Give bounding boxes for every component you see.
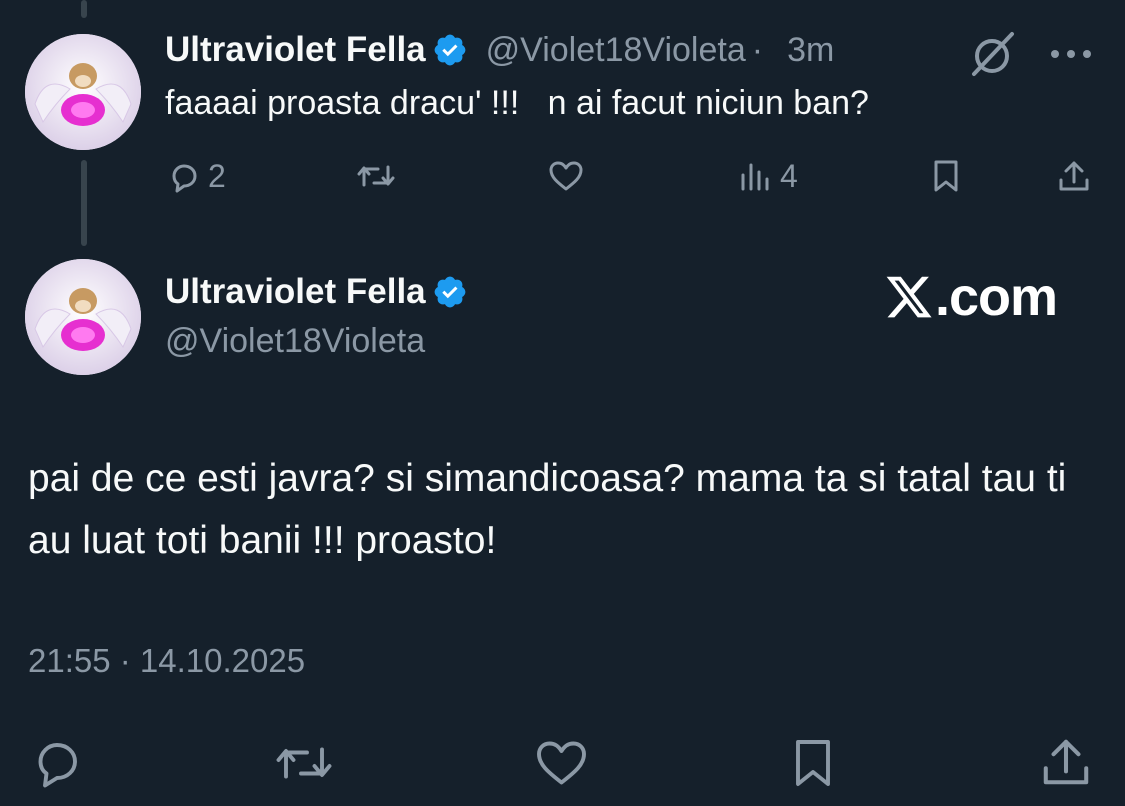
tweet-text: pai de ce esti javra? si simandicoasa? m…: [28, 457, 1067, 562]
grok-button[interactable]: [968, 28, 1020, 80]
reply-button[interactable]: [30, 736, 84, 790]
author-handle[interactable]: @Violet18Violeta: [165, 322, 425, 361]
author-name[interactable]: Ultraviolet Fella: [165, 272, 426, 312]
views-icon: [741, 163, 769, 190]
verified-badge-icon: [434, 276, 466, 308]
like-button[interactable]: [547, 158, 585, 194]
avatar-image: [25, 34, 141, 150]
retweet-icon: [357, 165, 395, 187]
thread-line-middle: [81, 160, 87, 246]
views-button[interactable]: 4: [738, 158, 798, 195]
reply-icon: [38, 743, 77, 788]
like-icon: [537, 741, 586, 785]
share-button[interactable]: [1038, 734, 1094, 790]
share-icon: [1059, 161, 1089, 191]
avatar[interactable]: [25, 259, 141, 375]
bookmark-button[interactable]: [928, 158, 964, 194]
reply-count: 2: [208, 158, 226, 194]
bookmark-icon: [796, 740, 830, 786]
avatar-image: [25, 259, 141, 375]
bookmark-icon: [934, 160, 958, 192]
retweet-button[interactable]: [356, 158, 396, 194]
view-count: 4: [780, 158, 798, 194]
watermark-text: .com: [935, 267, 1058, 327]
tweet-header: Ultraviolet Fella: [165, 272, 468, 312]
grok-icon: [972, 32, 1014, 76]
more-button[interactable]: [1046, 36, 1096, 72]
reply-button[interactable]: 2: [166, 158, 226, 195]
share-icon: [1043, 739, 1089, 785]
like-button[interactable]: [533, 736, 590, 790]
verified-badge-icon: [434, 34, 466, 66]
bookmark-button[interactable]: [786, 734, 840, 792]
tweet-header: Ultraviolet Fella @Violet18Violeta · 3m: [165, 30, 834, 70]
retweet-icon: [276, 747, 332, 779]
dot-separator: ·: [751, 30, 764, 69]
author-name[interactable]: Ultraviolet Fella: [165, 30, 426, 70]
thread-line-top: [81, 0, 87, 18]
more-icon: [1051, 50, 1091, 58]
reply-icon: [172, 164, 197, 192]
tweet-time[interactable]: 3m: [787, 31, 834, 70]
tweet-text: faaaai proasta dracu' !!! n ai facut nic…: [165, 84, 869, 122]
x-logo-icon: [886, 276, 932, 318]
x-watermark: .com: [884, 266, 1058, 328]
author-handle[interactable]: @Violet18Violeta: [486, 31, 746, 70]
avatar[interactable]: [25, 34, 141, 150]
like-icon: [549, 161, 583, 191]
retweet-button[interactable]: [274, 736, 334, 790]
tweet-timestamp[interactable]: 21:55 · 14.10.2025: [28, 642, 305, 680]
share-button[interactable]: [1056, 158, 1092, 194]
